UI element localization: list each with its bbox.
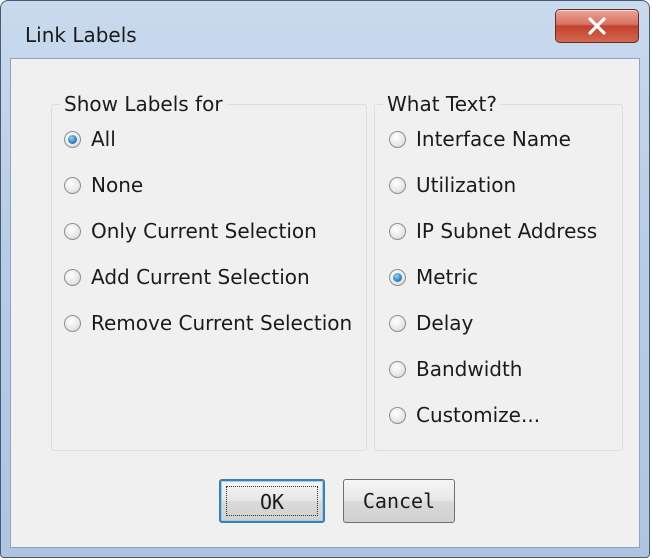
radio-label: Add Current Selection xyxy=(91,265,310,289)
title-bar[interactable]: Link Labels xyxy=(1,1,649,59)
radio-remove-current-selection[interactable]: Remove Current Selection xyxy=(64,309,352,337)
what-text-group: What Text? Interface Name Utilization IP… xyxy=(374,92,623,451)
radio-label: Interface Name xyxy=(416,127,571,151)
radio-label: All xyxy=(91,127,116,151)
radio-button[interactable] xyxy=(389,130,406,148)
radio-button[interactable] xyxy=(64,176,81,194)
radio-label: Bandwidth xyxy=(416,357,523,381)
radio-button[interactable] xyxy=(389,222,406,240)
radio-button-selected[interactable] xyxy=(389,268,406,286)
radio-utilization[interactable]: Utilization xyxy=(389,171,516,199)
show-labels-group: Show Labels for All None Only Current Se… xyxy=(51,92,367,451)
ok-button[interactable]: OK xyxy=(219,479,325,523)
radio-button[interactable] xyxy=(64,268,81,286)
radio-label: Only Current Selection xyxy=(91,219,317,243)
radio-ip-subnet-address[interactable]: IP Subnet Address xyxy=(389,217,597,245)
what-text-group-title: What Text? xyxy=(383,92,501,116)
radio-interface-name[interactable]: Interface Name xyxy=(389,125,571,153)
radio-add-current-selection[interactable]: Add Current Selection xyxy=(64,263,310,291)
radio-only-current-selection[interactable]: Only Current Selection xyxy=(64,217,317,245)
radio-bandwidth[interactable]: Bandwidth xyxy=(389,355,522,383)
radio-label: Delay xyxy=(416,311,474,335)
window-title: Link Labels xyxy=(25,23,137,47)
dialog-content: Show Labels for All None Only Current Se… xyxy=(10,58,640,548)
radio-button-selected[interactable] xyxy=(64,130,81,148)
close-icon xyxy=(588,17,606,35)
radio-none[interactable]: None xyxy=(64,171,143,199)
radio-button[interactable] xyxy=(64,314,81,332)
radio-all[interactable]: All xyxy=(64,125,116,153)
cancel-button[interactable]: Cancel xyxy=(343,479,455,523)
radio-label: IP Subnet Address xyxy=(416,219,598,243)
radio-label: Remove Current Selection xyxy=(91,311,353,335)
close-button[interactable] xyxy=(555,9,639,43)
focus-rectangle xyxy=(226,486,318,516)
radio-metric[interactable]: Metric xyxy=(389,263,478,291)
link-labels-dialog: Link Labels Show Labels for All None Onl… xyxy=(0,0,650,558)
radio-button[interactable] xyxy=(389,176,406,194)
radio-button[interactable] xyxy=(64,222,81,240)
radio-customize[interactable]: Customize... xyxy=(389,401,540,429)
radio-button[interactable] xyxy=(389,314,406,332)
radio-button[interactable] xyxy=(389,406,406,424)
show-labels-group-title: Show Labels for xyxy=(60,92,227,116)
radio-button[interactable] xyxy=(389,360,406,378)
radio-label: Utilization xyxy=(416,173,517,197)
cancel-button-label: Cancel xyxy=(362,489,436,513)
radio-label: None xyxy=(91,173,144,197)
radio-label: Metric xyxy=(416,265,479,289)
radio-label: Customize... xyxy=(416,403,541,427)
radio-delay[interactable]: Delay xyxy=(389,309,473,337)
